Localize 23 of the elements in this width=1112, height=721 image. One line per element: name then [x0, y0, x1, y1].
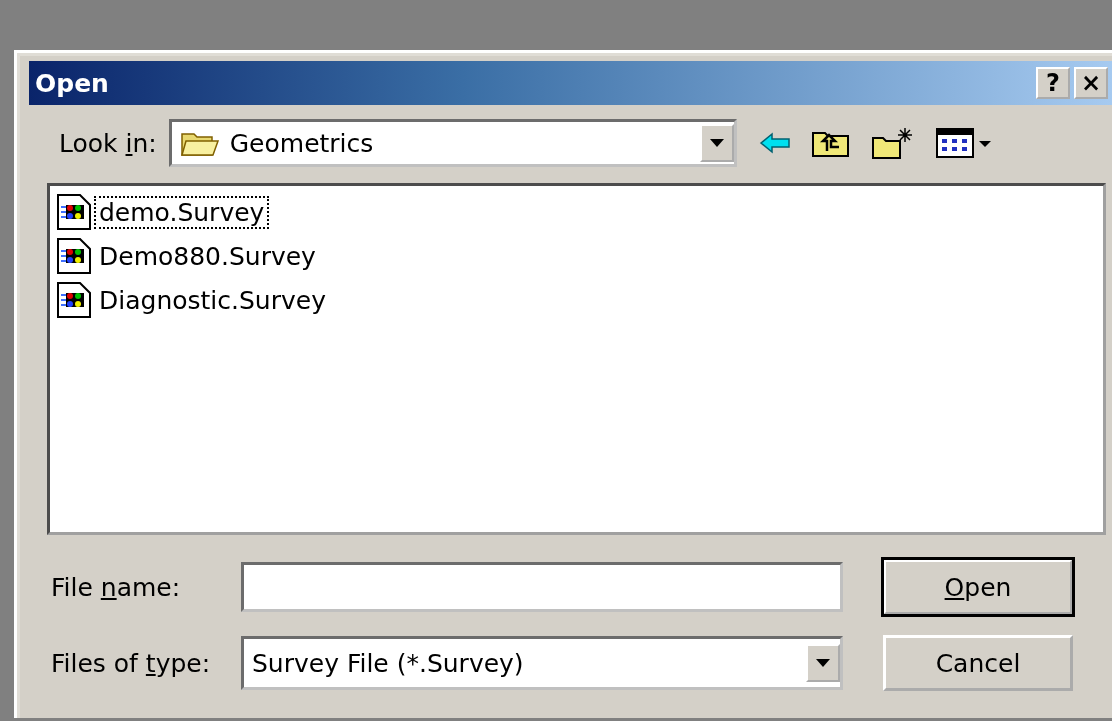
- title-bar-button[interactable]: ?: [1036, 67, 1070, 99]
- file-name-field[interactable]: [241, 562, 843, 612]
- title-bar-button[interactable]: ×: [1074, 67, 1108, 99]
- file-name-item[interactable]: Diagnostic.Survey: [94, 283, 331, 317]
- cancel-button[interactable]: Cancel: [883, 635, 1073, 691]
- file-name-label: File name:: [51, 572, 182, 602]
- dropdown-button[interactable]: [806, 644, 840, 682]
- file-type-value: Survey File (*.Survey): [252, 648, 524, 678]
- dropdown-arrow-icon: [709, 139, 724, 147]
- open-button[interactable]: Open: [883, 559, 1073, 615]
- file-name-item[interactable]: Demo880.Survey: [94, 239, 321, 273]
- file-type-dropdown[interactable]: Survey File (*.Survey): [241, 636, 843, 690]
- look-in-dropdown[interactable]: Geometrics: [168, 119, 737, 167]
- look-in-label: Look in:: [59, 128, 157, 158]
- dropdown-arrow-icon: [816, 659, 830, 667]
- file-type-label: Files of type:: [51, 648, 212, 678]
- window-title: Open: [35, 68, 110, 98]
- dropdown-button[interactable]: [699, 124, 734, 162]
- file-name-item[interactable]: demo.Survey: [94, 195, 270, 229]
- survey-file-icon: [56, 281, 92, 319]
- folder-name: Geometrics: [229, 128, 374, 158]
- survey-file-icon: [56, 193, 92, 231]
- survey-file-icon: [56, 237, 92, 275]
